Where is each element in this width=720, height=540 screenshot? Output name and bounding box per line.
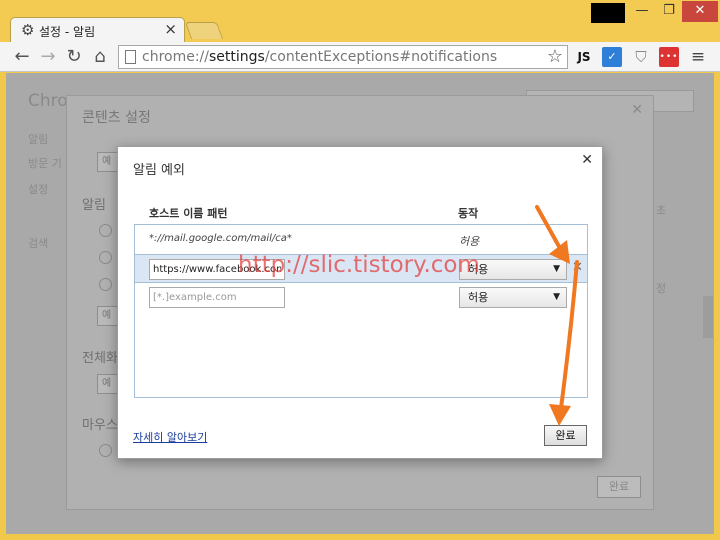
profile-badge[interactable] (591, 3, 625, 23)
exception-action: 허용 (459, 235, 480, 248)
exception-row-new[interactable]: 허용 ▼ (135, 283, 587, 312)
forward-arrow-icon[interactable]: → (38, 46, 58, 68)
column-header-action: 동작 (458, 207, 479, 220)
bg-side-label: 방문 기 (28, 157, 62, 170)
bg-manage-button: 예 (97, 152, 119, 172)
bg-section-mouse: 마우스 (82, 418, 118, 433)
bg-side-label: 검색 (28, 237, 49, 250)
content-settings-close-icon: ✕ (631, 102, 643, 118)
dropdown-arrow-icon: ▼ (553, 292, 560, 302)
checkmark-extension-icon[interactable]: ✓ (602, 47, 622, 67)
browser-tab-settings[interactable]: ⚙ 설정 - 알림 × (10, 17, 185, 43)
done-button[interactable]: 완료 (544, 425, 587, 446)
bookmark-star-icon[interactable]: ☆ (547, 47, 563, 67)
address-url: chrome://settings/contentExceptions#noti… (142, 49, 498, 65)
browser-toolbar: ← → ↻ ⌂ chrome://settings/contentExcepti… (0, 42, 720, 72)
column-header-host: 호스트 이름 패턴 (149, 207, 228, 220)
exceptions-list: *://mail.google.com/mail/ca* 허용 허용 ▼ ✕ 허… (134, 224, 588, 398)
bg-radio (99, 224, 112, 237)
exception-row[interactable]: *://mail.google.com/mail/ca* 허용 (135, 225, 587, 254)
home-icon[interactable]: ⌂ (90, 46, 110, 68)
lastpass-icon[interactable]: ••• (659, 47, 679, 67)
page-icon (125, 50, 136, 64)
chrome-menu-icon[interactable]: ≡ (688, 47, 708, 67)
bg-section-notifications: 알림 (82, 198, 106, 213)
learn-more-link[interactable]: 자세히 알아보기 (133, 429, 207, 445)
dialog-close-icon[interactable]: ✕ (581, 152, 593, 168)
bg-right-text: 초 (656, 204, 667, 217)
address-bar[interactable]: chrome://settings/contentExceptions#noti… (118, 45, 568, 69)
bg-section-fullscreen: 전체화 (82, 351, 118, 366)
minimize-button[interactable]: — (628, 1, 656, 22)
bg-radio (99, 278, 112, 291)
gear-icon: ⚙ (21, 21, 35, 39)
watermark-text: http://slic.tistory.com (238, 252, 480, 278)
bg-manage-button: 예 (97, 306, 119, 326)
shield-icon[interactable]: ⛉ (631, 47, 651, 67)
bg-done-button: 완료 (597, 476, 641, 498)
new-action-select[interactable]: 허용 ▼ (459, 287, 567, 308)
bg-side-label: 알림 (28, 133, 49, 146)
bg-side-label: 설정 (28, 183, 49, 196)
reload-icon[interactable]: ↻ (64, 46, 84, 68)
bg-scrollbar (703, 296, 713, 338)
new-tab-button[interactable] (184, 22, 224, 39)
title-bar: ⚙ 설정 - 알림 × — ❐ ✕ (0, 0, 720, 43)
bg-right-text: 정 (656, 282, 667, 295)
js-extension-icon[interactable]: JS (574, 47, 594, 67)
bg-radio (99, 251, 112, 264)
dropdown-arrow-icon: ▼ (553, 264, 560, 274)
new-host-pattern-input[interactable] (149, 287, 285, 308)
action-select-value: 허용 (468, 291, 489, 304)
back-arrow-icon[interactable]: ← (12, 46, 32, 68)
dialog-title: 알림 예외 (133, 163, 185, 178)
delete-row-icon[interactable]: ✕ (572, 260, 583, 276)
tab-title: 설정 - 알림 (39, 25, 96, 39)
close-window-button[interactable]: ✕ (682, 1, 718, 22)
bg-manage-button: 예 (97, 374, 119, 394)
tab-close-icon[interactable]: × (164, 21, 177, 37)
content-settings-title: 콘텐츠 설정 (82, 110, 151, 126)
bg-radio (99, 444, 112, 457)
maximize-button[interactable]: ❐ (656, 1, 682, 22)
exception-pattern: *://mail.google.com/mail/ca* (149, 233, 292, 244)
notification-exceptions-dialog: 알림 예외 ✕ 호스트 이름 패턴 동작 *://mail.google.com… (117, 146, 603, 459)
